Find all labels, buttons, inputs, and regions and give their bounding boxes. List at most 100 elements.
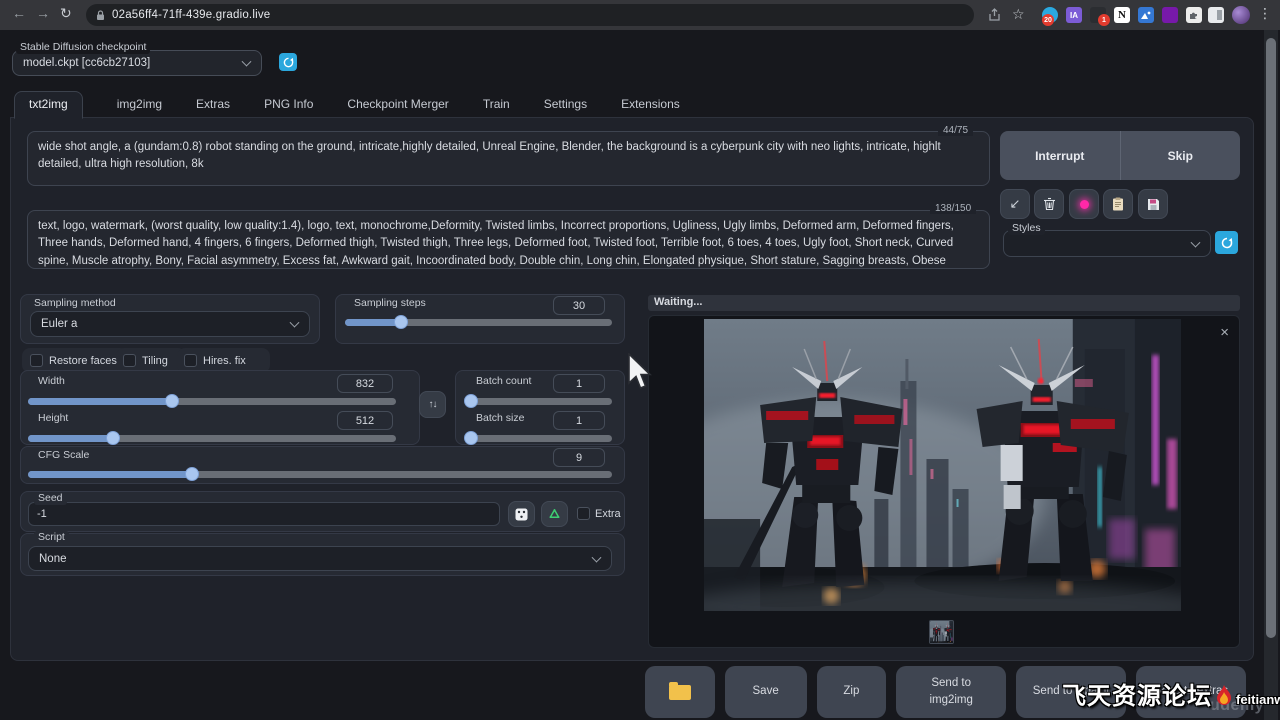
clipboard-icon (1112, 197, 1124, 211)
tab-extras[interactable]: Extras (196, 97, 230, 111)
negative-prompt-token-counter: 138/150 (930, 203, 976, 214)
height-slider[interactable] (28, 432, 396, 445)
styles-label: Styles (1008, 222, 1045, 235)
side-panel-icon[interactable] (1208, 7, 1224, 23)
tab-txt2img[interactable]: txt2img (14, 91, 83, 119)
forward-icon[interactable]: → (36, 5, 50, 21)
sampling-method-dropdown[interactable]: Euler a (30, 311, 310, 337)
sampling-method-value: Euler a (41, 318, 77, 330)
slider-thumb[interactable] (394, 315, 408, 329)
address-bar[interactable]: 02a56ff4-71ff-439e.gradio.live (86, 4, 974, 26)
interrupt-button[interactable]: Interrupt (1000, 131, 1120, 180)
width-input[interactable] (337, 374, 393, 393)
save-style-button[interactable] (1138, 189, 1168, 219)
batch-size-slider[interactable] (465, 432, 612, 445)
cfg-scale-slider[interactable] (28, 468, 612, 481)
reuse-seed-button[interactable] (541, 501, 568, 527)
sampling-steps-input[interactable] (553, 296, 605, 315)
bookmark-star-icon[interactable]: ☆ (1012, 6, 1025, 23)
script-dropdown[interactable]: None (28, 546, 612, 571)
sampling-method-label: Sampling method (30, 297, 120, 310)
checkpoint-label: Stable Diffusion checkpoint (16, 41, 150, 54)
random-seed-button[interactable] (508, 501, 535, 527)
refresh-checkpoint-button[interactable] (279, 53, 297, 71)
chevron-down-icon (1191, 237, 1201, 247)
browser-menu-icon[interactable]: ⋮ (1258, 5, 1272, 22)
extra-networks-button[interactable] (1069, 189, 1099, 219)
close-icon[interactable]: × (1220, 324, 1229, 341)
tiling-label: Tiling (142, 355, 168, 367)
profile-avatar[interactable] (1232, 6, 1250, 24)
open-folder-button[interactable] (645, 666, 715, 718)
browser-toolbar: ← → ↻ 02a56ff4-71ff-439e.gradio.live ☆ 2… (0, 0, 1280, 30)
prompt-input[interactable]: wide shot angle, a (gundam:0.8) robot st… (27, 131, 990, 186)
extra-seed-checkbox[interactable] (577, 507, 590, 520)
extra-networks-card-icon (1080, 200, 1089, 209)
width-slider[interactable] (28, 395, 396, 408)
floppy-save-icon (1147, 198, 1160, 211)
apply-style-button[interactable] (1103, 189, 1133, 219)
refresh-styles-button[interactable] (1215, 231, 1238, 254)
paste-params-button[interactable]: ↙ (1000, 189, 1030, 219)
tab-img2img[interactable]: img2img (117, 97, 162, 111)
tab-extensions[interactable]: Extensions (621, 97, 680, 111)
save-button[interactable]: Save (725, 666, 807, 718)
negative-prompt-input[interactable]: text, logo, watermark, (worst quality, l… (27, 210, 990, 269)
refresh-icon (1221, 237, 1233, 249)
send-to-extras-button[interactable]: Send to extras (1136, 666, 1246, 718)
prompt-token-counter: 44/75 (938, 125, 973, 136)
hires-fix-label: Hires. fix (203, 355, 246, 367)
skip-button[interactable]: Skip (1120, 131, 1241, 180)
app-window: ← → ↻ 02a56ff4-71ff-439e.gradio.live ☆ 2… (0, 0, 1280, 720)
extension-ia-icon[interactable]: IA (1066, 7, 1082, 23)
tab-settings[interactable]: Settings (544, 97, 587, 111)
batch-count-input[interactable] (553, 374, 605, 393)
sampling-steps-slider[interactable] (345, 316, 612, 329)
send-to-inpaint-button[interactable]: Send to inpaint (1016, 666, 1126, 718)
tab-train[interactable]: Train (483, 97, 510, 111)
batch-count-slider[interactable] (465, 395, 612, 408)
chevron-down-icon (592, 552, 602, 562)
tiling-checkbox[interactable] (123, 354, 136, 367)
slider-thumb[interactable] (165, 394, 179, 408)
zip-button[interactable]: Zip (817, 666, 887, 718)
swap-dimensions-button[interactable]: ↑↓ (419, 391, 446, 418)
cfg-scale-input[interactable] (553, 448, 605, 467)
chevron-down-icon (290, 318, 300, 328)
height-input[interactable] (337, 411, 393, 430)
extension-onenote-icon[interactable] (1162, 7, 1178, 23)
swap-arrows-icon: ↑↓ (429, 399, 437, 410)
extension-notion-icon[interactable]: N (1114, 7, 1130, 23)
trash-icon (1043, 197, 1056, 211)
slider-thumb[interactable] (464, 394, 478, 408)
restore-faces-checkbox[interactable] (30, 354, 43, 367)
back-icon[interactable]: ← (12, 5, 26, 21)
extension-image-icon[interactable] (1138, 7, 1154, 23)
scrollbar-thumb[interactable] (1266, 38, 1276, 638)
clear-prompt-button[interactable] (1034, 189, 1064, 219)
hires-fix-checkbox[interactable] (184, 354, 197, 367)
extensions-puzzle-icon[interactable] (1186, 7, 1202, 23)
status-text: Waiting... (654, 296, 702, 308)
height-label: Height (34, 412, 72, 425)
slider-thumb[interactable] (106, 431, 120, 445)
share-icon[interactable] (988, 8, 1003, 22)
restore-faces-label: Restore faces (49, 355, 117, 367)
refresh-icon (283, 57, 294, 68)
reload-icon[interactable]: ↻ (60, 5, 72, 22)
generated-image[interactable] (704, 319, 1181, 611)
lock-icon (96, 10, 105, 21)
batch-size-input[interactable] (553, 411, 605, 430)
tab-checkpoint-merger[interactable]: Checkpoint Merger (347, 97, 448, 111)
extra-seed-label: Extra (595, 508, 621, 520)
tab-pnginfo[interactable]: PNG Info (264, 97, 313, 111)
gallery-thumbnail[interactable] (929, 620, 954, 644)
send-to-img2img-button[interactable]: Send to img2img (896, 666, 1006, 718)
pin-badge: 20 (1042, 14, 1054, 26)
script-label: Script (34, 531, 69, 544)
slider-thumb[interactable] (464, 431, 478, 445)
checkpoint-value: model.ckpt [cc6cb27103] (23, 57, 150, 69)
slider-thumb[interactable] (185, 467, 199, 481)
seed-input[interactable] (28, 502, 500, 526)
script-value: None (39, 553, 67, 565)
